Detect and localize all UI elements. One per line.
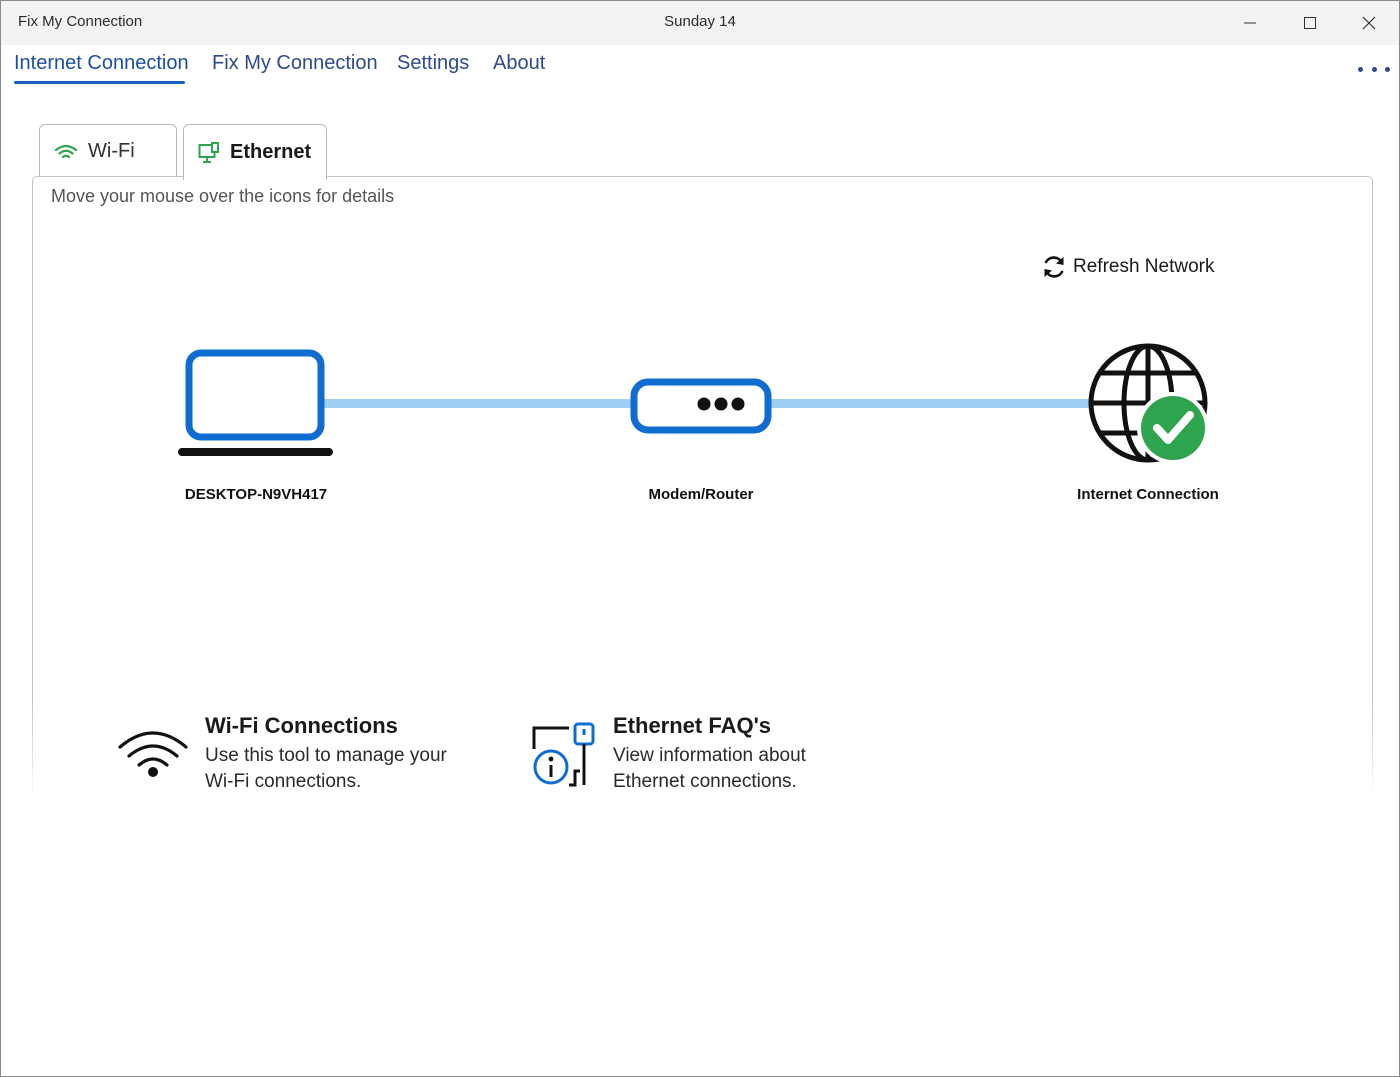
close-button[interactable] xyxy=(1340,1,1398,45)
tab-wifi-label: Wi-Fi xyxy=(88,140,135,162)
maximize-icon xyxy=(1304,17,1316,29)
app-window: Fix My Connection Sunday 14 Internet Con… xyxy=(0,0,1400,1077)
router-icon[interactable] xyxy=(629,377,773,435)
refresh-network-button[interactable]: Refresh Network xyxy=(1041,254,1215,280)
close-icon xyxy=(1362,16,1376,30)
minimize-button[interactable] xyxy=(1221,1,1279,45)
nav-fix-my-connection[interactable]: Fix My Connection xyxy=(212,52,378,75)
tool-ethernet-title: Ethernet FAQ's xyxy=(613,713,772,738)
tab-wifi[interactable]: Wi-Fi xyxy=(39,124,177,178)
more-dot xyxy=(1371,66,1377,72)
nav-about[interactable]: About xyxy=(493,52,545,75)
tool-wifi-desc: Use this tool to manage your Wi-Fi conne… xyxy=(205,745,447,792)
ethernet-icon xyxy=(198,141,219,163)
wifi-icon xyxy=(54,144,78,158)
more-options-button[interactable] xyxy=(1358,61,1390,77)
title-bar: Fix My Connection Sunday 14 xyxy=(1,1,1399,45)
panel-hint: Move your mouse over the icons for detai… xyxy=(51,186,395,206)
window-date-title: Sunday 14 xyxy=(664,13,736,30)
maximize-button[interactable] xyxy=(1281,1,1339,45)
tab-ethernet[interactable]: Ethernet xyxy=(183,124,327,180)
refresh-icon xyxy=(1044,256,1064,278)
tool-wifi-title: Wi-Fi Connections xyxy=(205,713,398,738)
nav-internet-connection[interactable]: Internet Connection xyxy=(14,52,189,75)
tool-ethernet-desc: View information about Ethernet connecti… xyxy=(613,745,806,792)
node-label-desktop: DESKTOP-N9VH417 xyxy=(184,486,328,503)
link-router-internet xyxy=(767,399,1097,408)
tool-wifi-connections[interactable]: Wi-Fi Connections Use this tool to manag… xyxy=(117,713,465,795)
globe-check-icon[interactable] xyxy=(1086,341,1212,467)
link-laptop-router xyxy=(319,399,637,408)
ethernet-info-icon xyxy=(532,722,595,787)
top-nav: Internet Connection Fix My Connection Se… xyxy=(1,45,1399,95)
tool-ethernet-faq[interactable]: Ethernet FAQ's View information about Et… xyxy=(531,713,853,795)
tab-ethernet-label: Ethernet xyxy=(230,141,312,163)
minimize-icon xyxy=(1244,22,1256,24)
nav-active-indicator xyxy=(14,81,185,84)
refresh-network-label: Refresh Network xyxy=(1073,256,1215,277)
more-dot xyxy=(1358,66,1363,72)
laptop-icon[interactable] xyxy=(177,348,335,460)
nav-settings[interactable]: Settings xyxy=(397,52,469,75)
more-dot xyxy=(1385,66,1390,72)
wifi-icon xyxy=(118,731,188,777)
node-label-router: Modem/Router xyxy=(648,486,754,503)
node-label-internet: Internet Connection xyxy=(1077,486,1219,503)
